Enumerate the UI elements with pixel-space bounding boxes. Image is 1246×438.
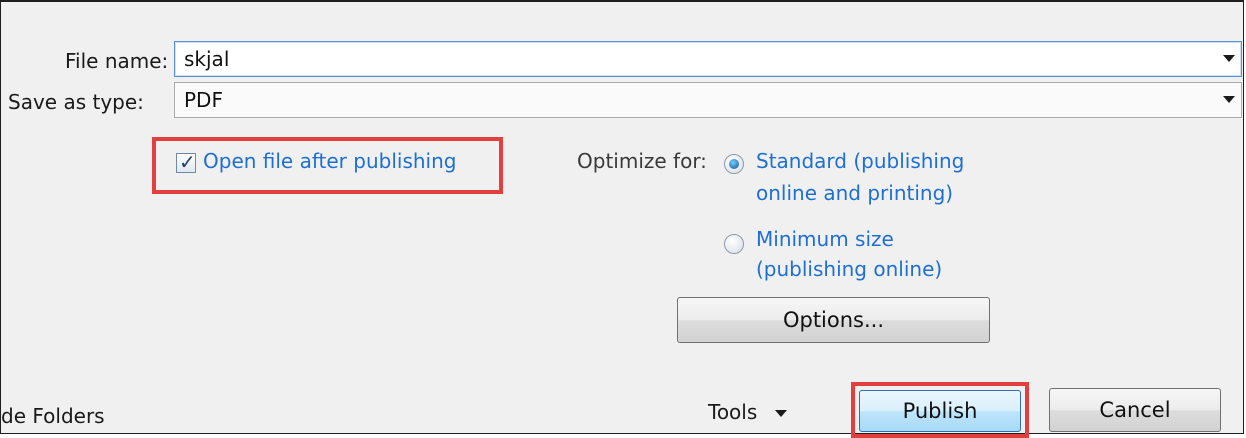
minimum-size-radio[interactable] [724,234,744,254]
hide-folders-link[interactable]: de Folders [1,404,105,428]
standard-option-line1[interactable]: Standard (publishing [756,149,964,173]
file-name-input[interactable]: skjal [174,41,1242,77]
tools-dropdown-icon[interactable] [775,410,787,417]
open-file-checkbox[interactable]: ✓ [176,150,196,174]
publish-button[interactable]: Publish [859,390,1021,432]
file-name-label: File name: [65,49,169,73]
file-name-value: skjal [184,47,230,71]
save-as-type-select[interactable]: PDF [174,82,1242,118]
publish-dialog: File name: skjal Save as type: PDF ✓ Ope… [0,0,1244,438]
standard-radio[interactable] [724,154,744,174]
checkmark-icon: ✓ [179,150,196,174]
minimum-option-line2[interactable]: (publishing online) [756,257,942,281]
cancel-button[interactable]: Cancel [1049,388,1221,432]
standard-option-line2[interactable]: online and printing) [756,181,953,205]
open-file-label[interactable]: Open file after publishing [203,149,456,173]
save-as-type-value: PDF [184,88,223,112]
minimum-option-line1[interactable]: Minimum size [756,227,894,251]
radio-selected-dot [729,159,739,169]
optimize-for-label: Optimize for: [577,149,707,173]
options-button[interactable]: Options... [677,297,990,343]
save-as-type-dropdown-icon[interactable] [1223,96,1235,103]
file-name-dropdown-icon[interactable] [1223,55,1235,62]
save-as-type-label: Save as type: [8,90,144,114]
tools-menu-label[interactable]: Tools [708,400,757,424]
